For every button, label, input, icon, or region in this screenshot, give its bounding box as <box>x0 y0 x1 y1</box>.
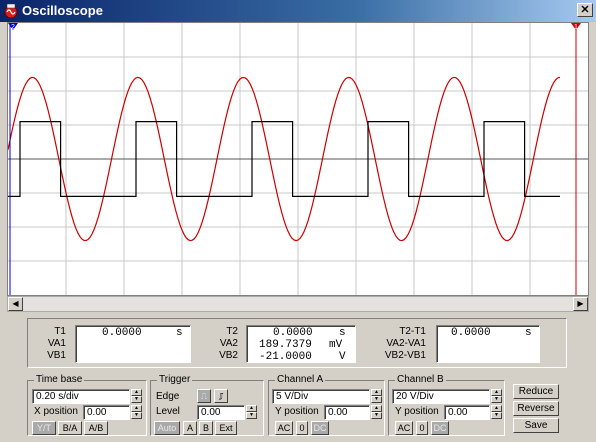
channel-b-ypos-label: Y position <box>395 406 439 417</box>
falling-edge-icon: ⎎ <box>218 391 224 401</box>
trigger-edge-label: Edge <box>156 391 180 402</box>
t2-t1-label: T2-T1 <box>399 326 426 337</box>
trigger-auto-button[interactable]: Auto <box>154 421 180 435</box>
scroll-left-button[interactable]: ◀ <box>8 297 23 311</box>
t2-value-box: 0.0000 s 189.7379 mV -21.0000 V <box>246 325 356 363</box>
channel-b-ypos-spinner[interactable]: ▲ ▼ <box>491 405 502 420</box>
scroll-right-icon: ▶ <box>577 299 584 308</box>
channel-b-scale-spinner[interactable]: ▲ ▼ <box>491 389 502 404</box>
va2-va1-label: VA2-VA1 <box>386 338 426 349</box>
save-button[interactable]: Save <box>513 418 559 433</box>
ab-button[interactable]: A/B <box>84 421 108 435</box>
channel-b-group: Channel B 20 V/Div ▲ ▼ Y position 0.00 ▲ ▼… <box>388 374 505 436</box>
timebase-scale-field[interactable]: 0.20 s/div <box>32 389 130 404</box>
yt-button[interactable]: Y/T <box>32 421 56 435</box>
waveform-display: 21 <box>8 23 588 295</box>
window-title: Oscilloscope <box>22 3 103 18</box>
channel-a-scale-spinner[interactable]: ▲ ▼ <box>371 389 382 404</box>
title-bar: Oscilloscope ✕ <box>0 0 596 22</box>
vb2-value: -21.0000 <box>259 351 312 363</box>
timebase-title: Time base <box>34 374 85 385</box>
t2-unit: s <box>339 327 346 339</box>
falling-edge-button[interactable]: ⎎ <box>214 389 228 403</box>
cursor-2-label: 2 <box>11 24 15 31</box>
t2-label: T2 <box>226 326 238 337</box>
channel-a-zero-button[interactable]: 0 <box>296 421 308 435</box>
channel-a-title: Channel A <box>275 374 326 385</box>
timebase-group: Time base 0.20 s/div ▲ ▼ X position 0.00 … <box>27 374 147 436</box>
t2-t1-unit: s <box>525 327 532 339</box>
va1-label: VA1 <box>47 338 66 349</box>
channel-b-title: Channel B <box>395 374 446 385</box>
vb2-vb1-label: VB2-VB1 <box>384 350 426 361</box>
channel-a-group: Channel A 5 V/Div ▲ ▼ Y position 0.00 ▲ ▼ … <box>268 374 385 436</box>
ba-button[interactable]: B/A <box>58 421 82 435</box>
timebase-scale-spinner[interactable]: ▲ ▼ <box>131 389 142 404</box>
channel-a-ypos-field[interactable]: 0.00 <box>324 405 370 420</box>
cursor-readout-panel: T1 VA1 VB1 0.0000 s T2 VA2 VB2 0.0000 s … <box>27 318 567 368</box>
close-icon: ✕ <box>580 4 590 16</box>
horizontal-scrollbar[interactable]: ◀ ▶ <box>7 296 589 312</box>
va2-value: 189.7379 <box>259 339 312 351</box>
reduce-button[interactable]: Reduce <box>513 384 559 399</box>
t1-value: 0.0000 <box>102 327 142 339</box>
t1-unit: s <box>176 327 183 339</box>
rising-edge-icon: ⎍ <box>200 391 208 401</box>
trigger-group: Trigger Edge ⎍ ⎎ Level 0.00 ▲ ▼ Auto A B … <box>150 374 264 436</box>
scroll-left-icon: ◀ <box>12 299 19 308</box>
va2-label: VA2 <box>219 338 238 349</box>
vb2-label: VB2 <box>219 350 238 361</box>
channel-a-dc-button[interactable]: DC <box>311 421 329 435</box>
channel-b-dc-button[interactable]: DC <box>431 421 449 435</box>
t1-label: T1 <box>54 326 66 337</box>
channel-a-ypos-label: Y position <box>275 406 319 417</box>
vb2-unit: V <box>339 351 346 363</box>
scroll-right-button[interactable]: ▶ <box>573 297 588 311</box>
trigger-b-button[interactable]: B <box>199 421 213 435</box>
trigger-title: Trigger <box>157 374 193 385</box>
t2-value: 0.0000 <box>273 327 313 339</box>
trigger-a-button[interactable]: A <box>183 421 197 435</box>
channel-b-scale-field[interactable]: 20 V/Div <box>392 389 490 404</box>
channel-b-ypos-field[interactable]: 0.00 <box>444 405 490 420</box>
cursor-1-label: 1 <box>574 24 578 31</box>
trigger-level-label: Level <box>156 406 180 417</box>
timebase-xpos-label: X position <box>34 406 78 417</box>
t2-t1-value: 0.0000 <box>451 327 491 339</box>
reverse-button[interactable]: Reverse <box>513 401 559 416</box>
timebase-xpos-field[interactable]: 0.00 <box>83 405 130 420</box>
close-button[interactable]: ✕ <box>577 3 593 17</box>
screen-grid <box>8 23 588 295</box>
channel-a-ac-button[interactable]: AC <box>275 421 293 435</box>
delta-value-box: 0.0000 s <box>436 325 540 363</box>
t1-value-box: 0.0000 s <box>75 325 191 363</box>
channel-a-ypos-spinner[interactable]: ▲ ▼ <box>371 405 382 420</box>
trigger-ext-button[interactable]: Ext <box>215 421 237 435</box>
trigger-level-spinner[interactable]: ▲ ▼ <box>246 405 257 420</box>
oscilloscope-app-icon <box>3 3 19 19</box>
vb1-label: VB1 <box>47 350 66 361</box>
oscilloscope-screen: 21 <box>7 22 589 296</box>
channel-b-zero-button[interactable]: 0 <box>416 421 428 435</box>
va2-unit: mV <box>329 339 343 351</box>
rising-edge-button[interactable]: ⎍ <box>197 389 211 403</box>
timebase-xpos-spinner[interactable]: ▲ ▼ <box>131 405 142 420</box>
channel-a-scale-field[interactable]: 5 V/Div <box>272 389 370 404</box>
trigger-level-field[interactable]: 0.00 <box>197 405 245 420</box>
channel-b-ac-button[interactable]: AC <box>395 421 413 435</box>
